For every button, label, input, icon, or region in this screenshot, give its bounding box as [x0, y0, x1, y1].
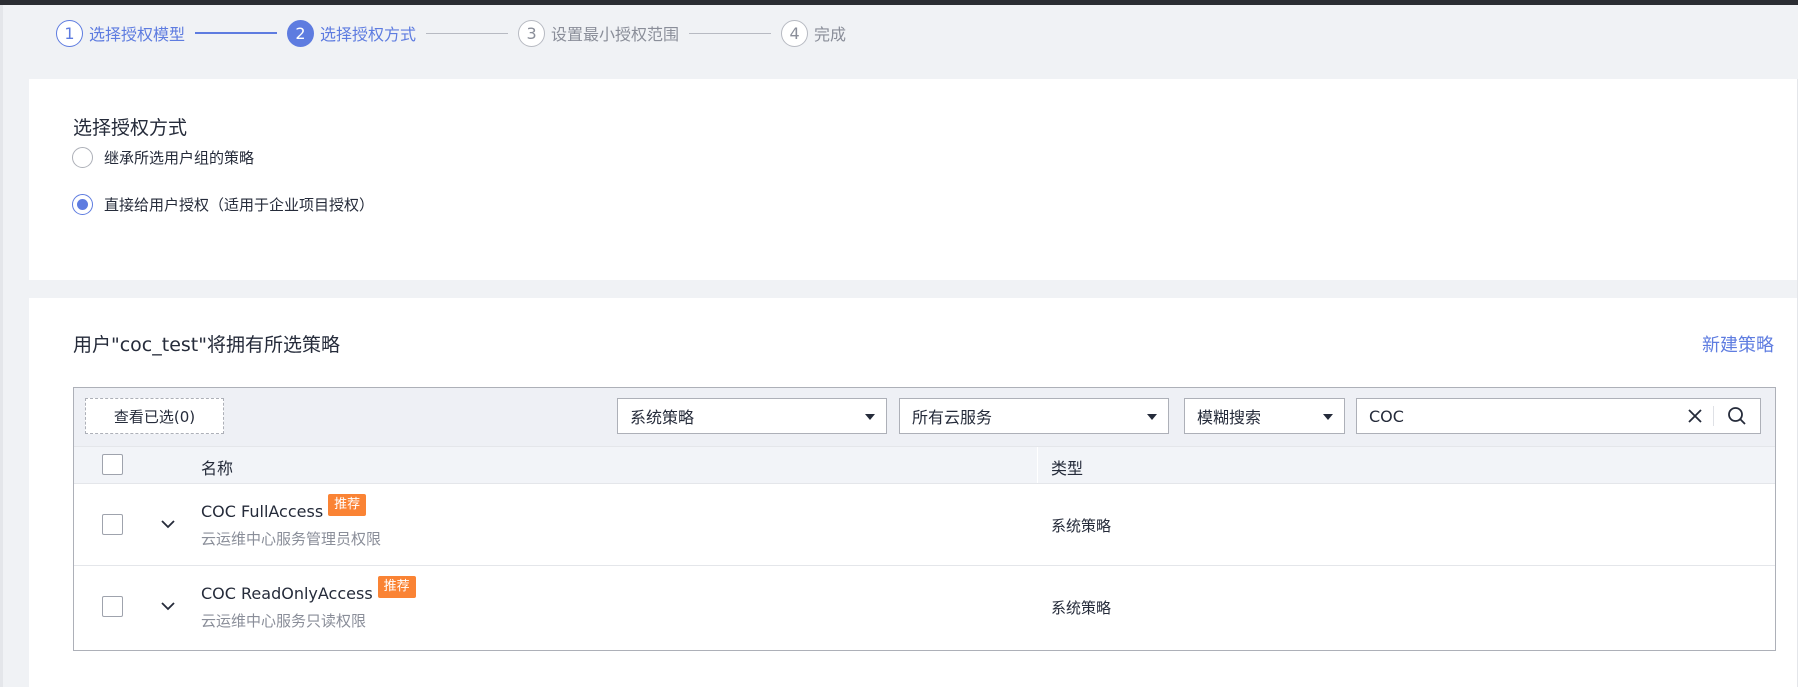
policy-card-title: 用户"coc_test"将拥有所选策略 [73, 334, 340, 356]
step-label: 选择授权模型 [89, 25, 186, 44]
policy-name-text: COC FullAccess [201, 502, 324, 521]
step-number: 2 [287, 19, 315, 47]
step-3: 3 设置最小授权范围 [518, 19, 680, 47]
step-label: 完成 [814, 25, 847, 44]
step-number: 4 [781, 19, 809, 47]
row-checkbox[interactable] [102, 596, 123, 617]
policy-card: 用户"coc_test"将拥有所选策略 新建策略 查看已选(0) 系统策略 所有… [29, 298, 1798, 687]
column-divider [1037, 447, 1038, 484]
caret-down-icon [865, 414, 875, 420]
search-mode-select[interactable]: 模糊搜索 [1184, 398, 1345, 434]
policy-description: 云运维中心服务只读权限 [201, 612, 367, 630]
policy-table-panel: 查看已选(0) 系统策略 所有云服务 模糊搜索 COC 名称 类型 COC Fu… [73, 387, 1776, 651]
step-1[interactable]: 1 选择授权模型 [56, 19, 186, 47]
table-toolbar: 查看已选(0) 系统策略 所有云服务 模糊搜索 [74, 388, 1775, 446]
service-select[interactable]: 所有云服务 [899, 398, 1169, 434]
auth-method-title: 选择授权方式 [73, 117, 188, 139]
policy-type-select[interactable]: 系统策略 [617, 398, 887, 434]
radio-button[interactable] [72, 147, 93, 168]
table-header: 名称 类型 [74, 446, 1775, 484]
step-connector [689, 32, 772, 34]
step-connector [426, 32, 509, 34]
chevron-down-icon[interactable] [158, 596, 178, 616]
caret-down-icon [1323, 414, 1333, 420]
select-value: 所有云服务 [912, 408, 993, 427]
radio-button[interactable] [72, 194, 93, 215]
table-row[interactable]: COC FullAccess 推荐 云运维中心服务管理员权限 系统策略 [74, 483, 1775, 565]
step-4: 4 完成 [781, 19, 847, 47]
radio-inherit-group-policy[interactable]: 继承所选用户组的策略 [72, 147, 254, 168]
select-value: 模糊搜索 [1197, 408, 1262, 427]
select-value: 系统策略 [630, 408, 695, 427]
search-icon[interactable] [1714, 399, 1760, 433]
auth-method-card: 选择授权方式 继承所选用户组的策略 直接给用户授权（适用于企业项目授权） [29, 79, 1798, 280]
radio-label: 直接给用户授权（适用于企业项目授权） [104, 196, 375, 214]
step-number: 1 [56, 19, 83, 47]
policy-type: 系统策略 [1051, 599, 1112, 617]
search-box [1356, 398, 1761, 434]
policy-description: 云运维中心服务管理员权限 [201, 530, 382, 548]
header-name: 名称 [201, 459, 234, 478]
chevron-down-icon[interactable] [158, 514, 178, 534]
policy-name: COC FullAccess 推荐 [201, 494, 367, 521]
step-label: 设置最小授权范围 [551, 25, 680, 44]
table-row[interactable]: COC ReadOnlyAccess 推荐 云运维中心服务只读权限 系统策略 [74, 565, 1775, 647]
top-bar [0, 0, 1798, 5]
policy-type: 系统策略 [1051, 517, 1112, 535]
search-input[interactable] [1357, 399, 1677, 433]
header-type: 类型 [1051, 459, 1084, 478]
step-2[interactable]: 2 选择授权方式 [287, 19, 417, 47]
step-number: 3 [518, 19, 546, 47]
view-selected-button[interactable]: 查看已选(0) [85, 398, 224, 434]
policy-name-text: COC ReadOnlyAccess [201, 584, 373, 603]
step-label: 选择授权方式 [320, 25, 417, 44]
recommend-badge: 推荐 [377, 576, 416, 598]
new-policy-link[interactable]: 新建策略 [1702, 331, 1774, 357]
recommend-badge: 推荐 [328, 494, 367, 516]
select-all-checkbox[interactable] [102, 454, 123, 475]
radio-label: 继承所选用户组的策略 [104, 149, 255, 167]
row-checkbox[interactable] [102, 514, 123, 535]
left-border [0, 5, 3, 687]
step-connector [195, 32, 278, 34]
stepper: 1 选择授权模型 2 选择授权方式 3 设置最小授权范围 4 完成 [56, 18, 846, 48]
clear-icon[interactable] [1677, 399, 1713, 433]
radio-direct-user-auth[interactable]: 直接给用户授权（适用于企业项目授权） [72, 194, 374, 215]
policy-name: COC ReadOnlyAccess 推荐 [201, 576, 416, 603]
caret-down-icon [1147, 414, 1157, 420]
